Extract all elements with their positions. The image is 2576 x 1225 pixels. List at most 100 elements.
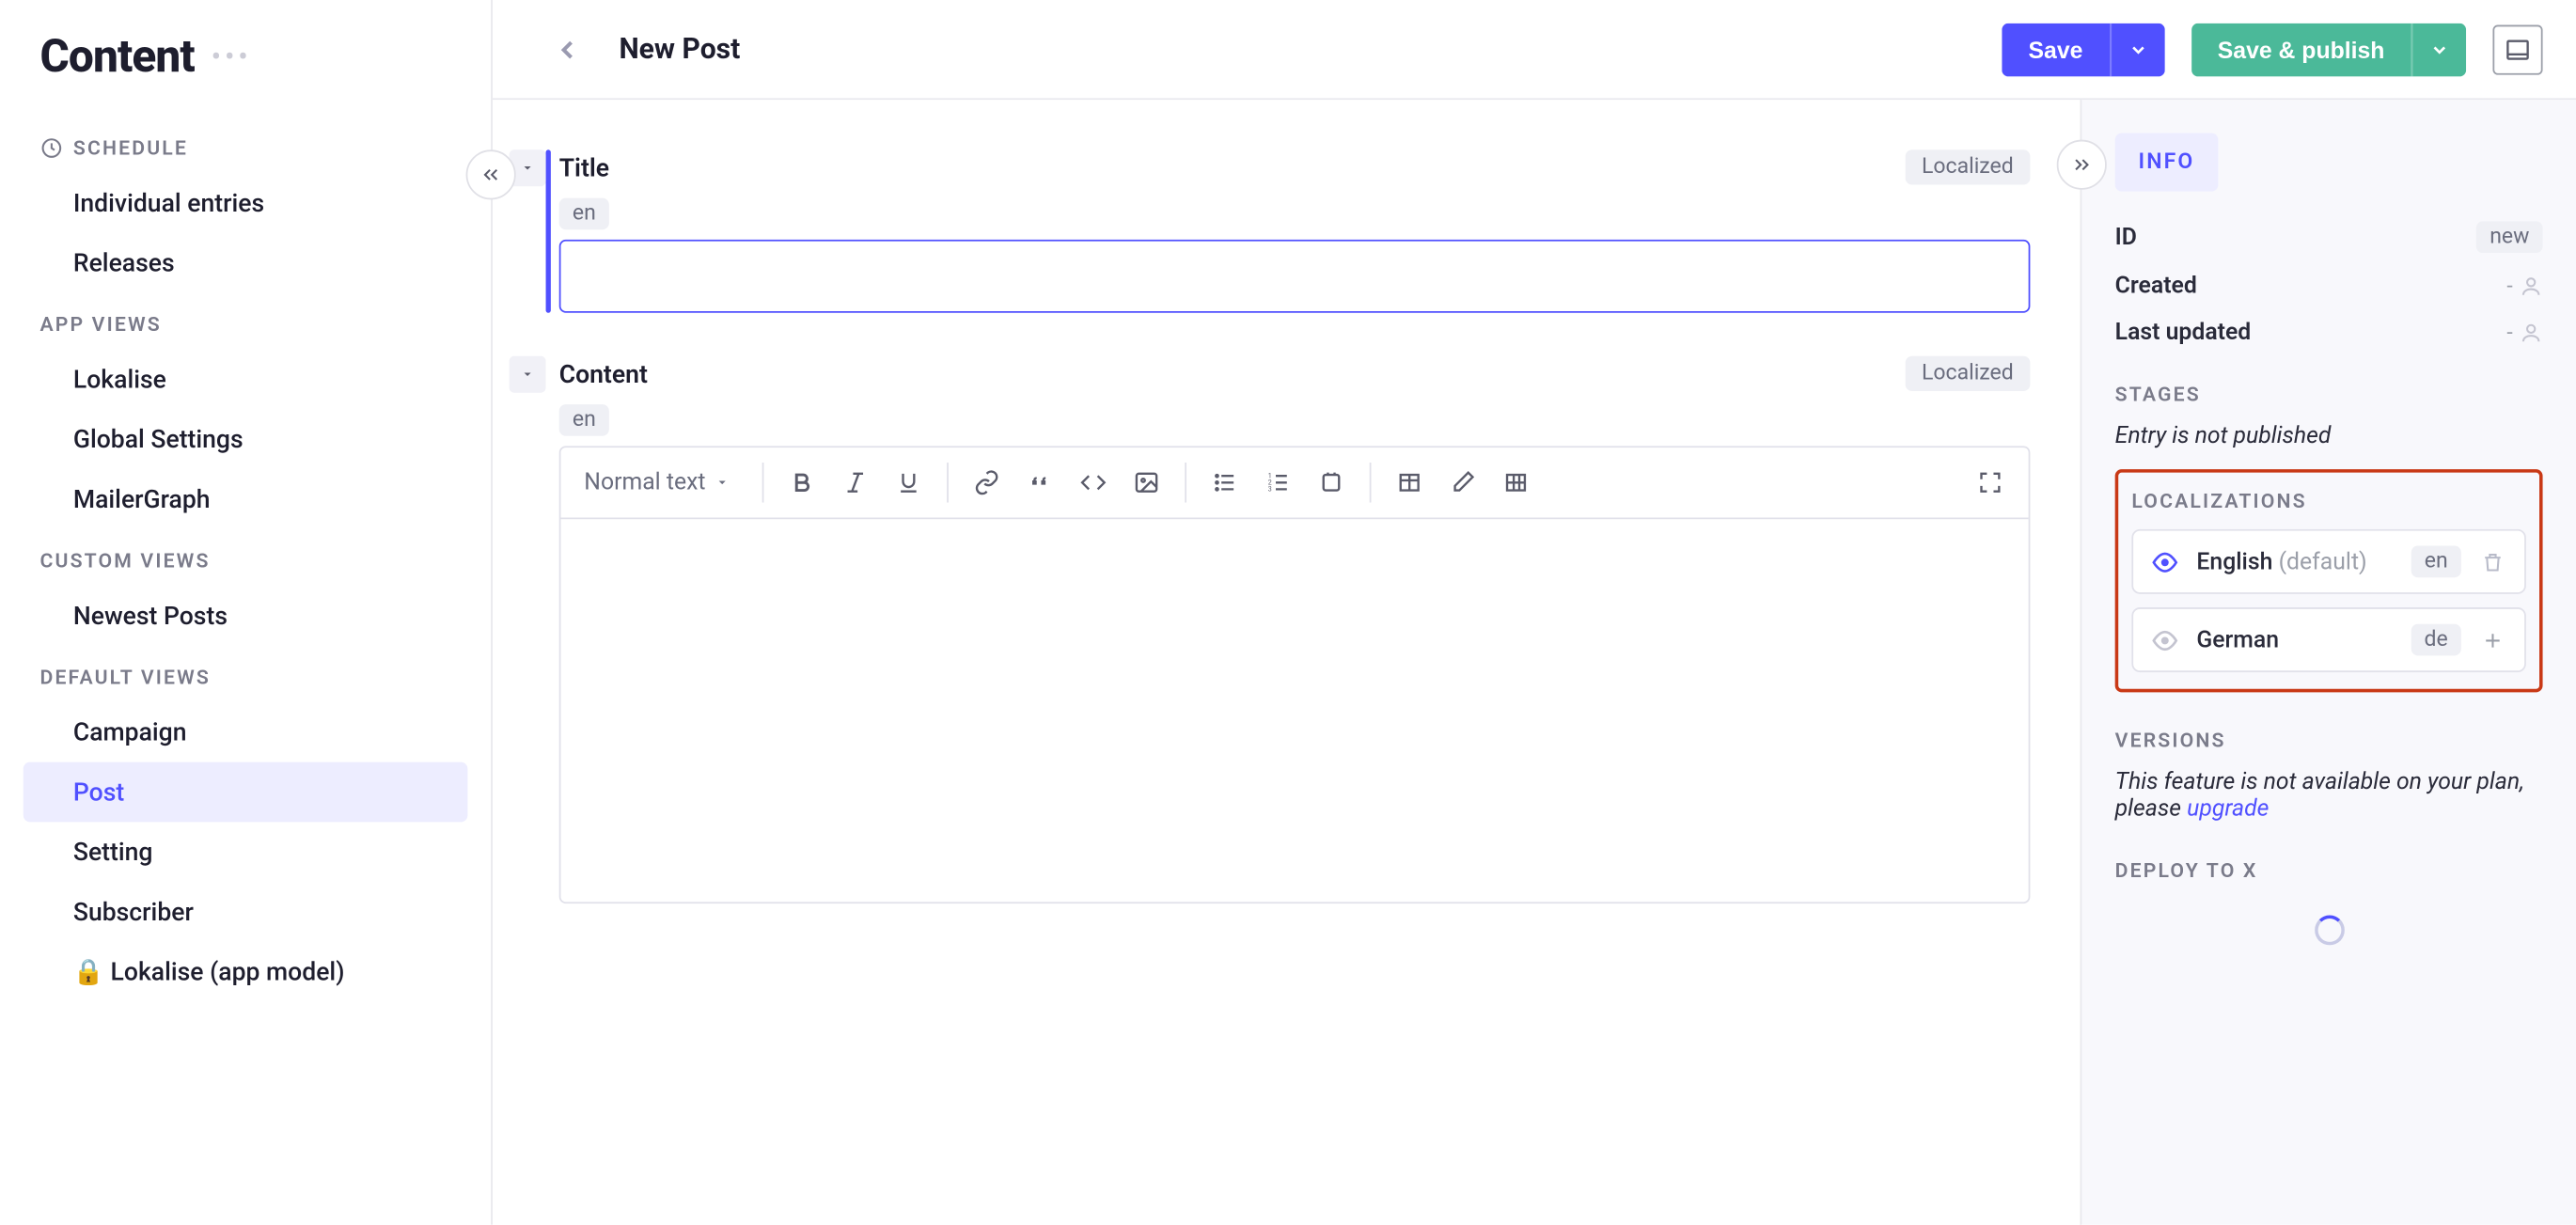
italic-button[interactable] bbox=[830, 458, 880, 508]
table-button[interactable] bbox=[1385, 458, 1435, 508]
plus-icon bbox=[2481, 628, 2505, 652]
nav-mailergraph[interactable]: MailerGraph bbox=[24, 469, 468, 529]
localization-german[interactable]: German de bbox=[2131, 607, 2525, 672]
localization-code: de bbox=[2411, 624, 2461, 656]
grid-icon bbox=[1502, 469, 1529, 495]
chevron-down-icon bbox=[2128, 39, 2147, 59]
nav-lokalise-app-model[interactable]: 🔒 Lokalise (app model) bbox=[24, 942, 468, 1002]
table-icon bbox=[1396, 469, 1422, 495]
underline-icon bbox=[895, 469, 921, 495]
eye-icon bbox=[2150, 546, 2180, 576]
image-button[interactable] bbox=[1122, 458, 1171, 508]
panel-icon bbox=[2505, 36, 2531, 62]
content-field-menu[interactable] bbox=[510, 356, 546, 393]
nav-global-settings[interactable]: Global Settings bbox=[24, 409, 468, 469]
deploy-section-label: DEPLOY TO X bbox=[2115, 858, 2543, 882]
expand-icon bbox=[1977, 469, 2003, 495]
italic-icon bbox=[842, 469, 869, 495]
layout-toggle-button[interactable] bbox=[2492, 24, 2542, 74]
underline-button[interactable] bbox=[884, 458, 934, 508]
eye-icon bbox=[2150, 625, 2180, 655]
ordered-list-button[interactable]: 123 bbox=[1253, 458, 1303, 508]
grid-button[interactable] bbox=[1491, 458, 1541, 508]
code-icon bbox=[1080, 469, 1107, 495]
nav-campaign[interactable]: Campaign bbox=[24, 702, 468, 762]
quote-button[interactable] bbox=[1015, 458, 1065, 508]
info-created-value: - bbox=[2506, 274, 2542, 299]
bold-icon bbox=[789, 469, 815, 495]
save-dropdown-button[interactable] bbox=[2110, 23, 2164, 76]
clock-icon bbox=[39, 136, 63, 160]
save-publish-button[interactable]: Save & publish bbox=[2191, 23, 2411, 76]
richtext-editor: Normal text bbox=[559, 446, 2031, 903]
image-icon bbox=[1133, 469, 1159, 495]
pencil-icon bbox=[1450, 469, 1476, 495]
versions-section-label: VERSIONS bbox=[2115, 729, 2543, 752]
visibility-icon bbox=[2150, 625, 2180, 655]
add-localization-button[interactable] bbox=[2478, 625, 2508, 655]
upgrade-link[interactable]: upgrade bbox=[2187, 795, 2269, 822]
nav-lokalise[interactable]: Lokalise bbox=[24, 350, 468, 410]
bold-button[interactable] bbox=[778, 458, 827, 508]
title-field-block: Title Localized en bbox=[510, 149, 2031, 312]
localization-english[interactable]: English (default) en bbox=[2131, 529, 2525, 594]
fullscreen-button[interactable] bbox=[1965, 458, 2015, 508]
delete-localization-button[interactable] bbox=[2478, 546, 2508, 576]
back-button[interactable] bbox=[542, 24, 592, 74]
info-id-value: new bbox=[2476, 221, 2543, 253]
chevron-left-icon bbox=[553, 34, 583, 64]
save-button-group: Save bbox=[2002, 23, 2164, 76]
content-lang-badge: en bbox=[559, 404, 609, 436]
info-panel-collapse-button[interactable] bbox=[2057, 140, 2107, 190]
title-field-label: Title bbox=[559, 152, 609, 182]
chevron-down-icon bbox=[2429, 39, 2449, 59]
link-button[interactable] bbox=[962, 458, 1012, 508]
visibility-icon bbox=[2150, 546, 2180, 576]
bullet-list-icon bbox=[1212, 469, 1238, 495]
localization-code: en bbox=[2411, 546, 2461, 578]
field-focus-indicator bbox=[546, 149, 551, 312]
chevron-double-right-icon bbox=[2070, 153, 2094, 177]
title-input[interactable] bbox=[559, 240, 2031, 313]
class-icon bbox=[1318, 469, 1344, 495]
info-updated-value: - bbox=[2506, 321, 2542, 346]
nav-newest-posts[interactable]: Newest Posts bbox=[24, 586, 468, 646]
format-select[interactable]: Normal text bbox=[574, 463, 739, 502]
chevron-double-left-icon bbox=[479, 163, 503, 186]
content-field-block: Content Localized en Normal text bbox=[510, 356, 2031, 903]
info-tab[interactable]: INFO bbox=[2115, 133, 2218, 192]
user-icon bbox=[2520, 275, 2543, 298]
nav-setting[interactable]: Setting bbox=[24, 822, 468, 882]
section-app-views-label: APP VIEWS bbox=[0, 293, 491, 350]
richtext-body[interactable] bbox=[560, 519, 2028, 902]
localization-name: German bbox=[2196, 626, 2279, 652]
code-button[interactable] bbox=[1068, 458, 1118, 508]
class-button[interactable] bbox=[1306, 458, 1356, 508]
editor-area: Title Localized en Content Localized bbox=[493, 100, 2081, 1225]
localizations-box: LOCALIZATIONS English (default) en bbox=[2115, 469, 2543, 692]
nav-subscriber[interactable]: Subscriber bbox=[24, 882, 468, 942]
bullet-list-button[interactable] bbox=[1200, 458, 1249, 508]
versions-note: This feature is not available on your pl… bbox=[2115, 769, 2543, 823]
publish-button-group: Save & publish bbox=[2191, 23, 2466, 76]
title-lang-badge: en bbox=[559, 198, 609, 230]
sidebar-collapse-button[interactable] bbox=[466, 149, 516, 199]
info-id-label: ID bbox=[2115, 224, 2137, 250]
nav-individual-entries[interactable]: Individual entries bbox=[24, 173, 468, 233]
sidebar-menu-dots[interactable]: ••• bbox=[212, 39, 252, 74]
nav-post[interactable]: Post bbox=[24, 762, 468, 823]
caret-down-icon bbox=[521, 162, 534, 175]
main: New Post Save Save & publish bbox=[493, 0, 2576, 1225]
publish-dropdown-button[interactable] bbox=[2411, 23, 2466, 76]
edit-button[interactable] bbox=[1437, 458, 1487, 508]
content-localized-badge: Localized bbox=[1905, 356, 2030, 391]
nav-releases[interactable]: Releases bbox=[24, 233, 468, 293]
user-icon bbox=[2520, 322, 2543, 345]
trash-icon bbox=[2481, 550, 2505, 573]
save-button[interactable]: Save bbox=[2002, 23, 2110, 76]
topbar: New Post Save Save & publish bbox=[493, 0, 2576, 100]
section-default-views-label: DEFAULT VIEWS bbox=[0, 646, 491, 702]
localizations-section-label: LOCALIZATIONS bbox=[2131, 489, 2525, 512]
info-created-label: Created bbox=[2115, 273, 2197, 299]
caret-down-icon bbox=[715, 476, 729, 489]
